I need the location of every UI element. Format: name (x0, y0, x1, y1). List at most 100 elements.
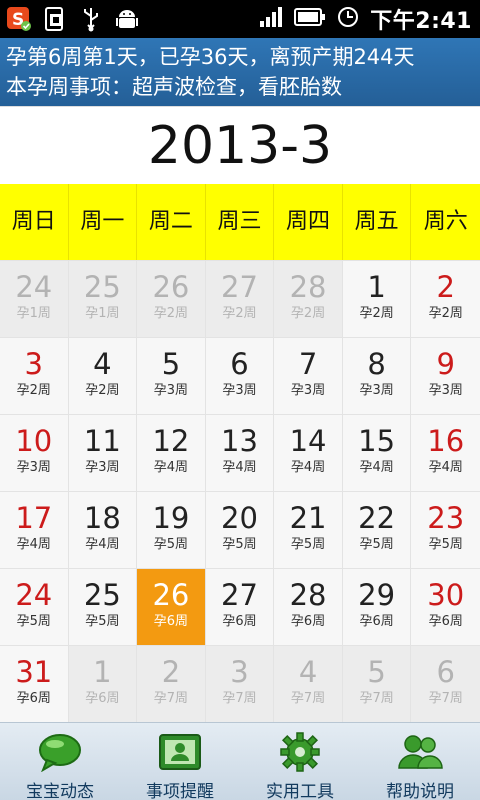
day-number: 4 (93, 347, 112, 381)
calendar-day[interactable]: 4 孕7周 (274, 646, 343, 723)
pregnancy-week-label: 孕6周 (153, 614, 189, 629)
calendar-day[interactable]: 3 孕7周 (205, 646, 275, 723)
pregnancy-week-label: 孕4周 (222, 460, 257, 475)
calendar-day[interactable]: 23 孕5周 (411, 492, 480, 569)
day-number: 10 (15, 424, 53, 458)
calendar-day[interactable]: 28 孕2周 (274, 261, 343, 338)
pregnancy-week-label: 孕3周 (290, 383, 326, 398)
screenshot-icon (42, 5, 68, 33)
day-number: 18 (83, 501, 121, 535)
nav-help[interactable]: 帮助说明 (360, 723, 480, 800)
calendar-day[interactable]: 2 孕2周 (411, 261, 480, 338)
calendar-day[interactable]: 25 孕1周 (68, 261, 138, 338)
weekday-wed: 周三 (206, 184, 275, 260)
alarm-icon (336, 5, 360, 33)
nav-tools[interactable]: 实用工具 (240, 723, 360, 800)
calendar-day[interactable]: 10 孕3周 (0, 415, 69, 492)
pregnancy-week-label: 孕5周 (222, 537, 257, 552)
pregnancy-week-label: 孕2周 (153, 306, 189, 321)
calendar-day[interactable]: 15 孕4周 (342, 415, 412, 492)
calendar-day[interactable]: 6 孕3周 (205, 338, 275, 415)
calendar-day[interactable]: 24 孕5周 (0, 569, 69, 646)
gear-icon (279, 731, 321, 773)
day-number: 14 (289, 424, 327, 458)
calendar-day[interactable]: 1 孕6周 (68, 646, 138, 723)
pregnancy-week-label: 孕6周 (359, 614, 394, 629)
nav-baby-updates[interactable]: 宝宝动态 (0, 723, 120, 800)
calendar-day[interactable]: 11 孕3周 (68, 415, 138, 492)
calendar-day[interactable]: 22 孕5周 (342, 492, 412, 569)
calendar-day[interactable]: 21 孕5周 (274, 492, 343, 569)
month-title[interactable]: 2013-3 (0, 106, 480, 184)
pregnancy-week-label: 孕6周 (222, 614, 257, 629)
signal-icon (258, 5, 284, 33)
app-badge-icon: S (6, 5, 32, 33)
pregnancy-week-label: 孕6周 (290, 614, 326, 629)
pregnancy-progress-text: 孕第6周第1天，已孕36天，离预产期244天 (6, 45, 415, 69)
calendar-day[interactable]: 28 孕6周 (274, 569, 343, 646)
calendar-day[interactable]: 13 孕4周 (205, 415, 275, 492)
calendar-day[interactable]: 31 孕6周 (0, 646, 69, 723)
calendar-day[interactable]: 12 孕4周 (137, 415, 206, 492)
usb-icon (78, 5, 104, 33)
calendar-day[interactable]: 16 孕4周 (411, 415, 480, 492)
calendar-day[interactable]: 18 孕4周 (68, 492, 138, 569)
weekday-thu: 周四 (274, 184, 343, 260)
calendar-day[interactable]: 19 孕5周 (137, 492, 206, 569)
pregnancy-week-label: 孕7周 (290, 691, 326, 706)
calendar-day[interactable]: 24 孕1周 (0, 261, 69, 338)
calendar-day[interactable]: 29 孕6周 (342, 569, 412, 646)
calendar-day[interactable]: 30 孕6周 (411, 569, 480, 646)
day-number: 6 (436, 655, 455, 689)
pregnancy-week-label: 孕2周 (222, 306, 257, 321)
pregnancy-week-label: 孕5周 (428, 537, 463, 552)
calendar-day[interactable]: 1 孕2周 (342, 261, 412, 338)
day-number: 23 (427, 501, 465, 535)
pregnancy-week-label: 孕7周 (222, 691, 257, 706)
pregnancy-info-banner: 孕第6周第1天，已孕36天，离预产期244天 本孕周事项：超声波检查，看胚胎数 (0, 38, 480, 106)
notification-icons: S (6, 5, 140, 33)
calendar-day[interactable]: 27 孕2周 (205, 261, 275, 338)
calendar-day[interactable]: 4 孕2周 (68, 338, 138, 415)
day-number: 25 (83, 578, 121, 612)
calendar-day[interactable]: 5 孕3周 (137, 338, 206, 415)
pregnancy-week-label: 孕5周 (359, 537, 394, 552)
day-number: 21 (289, 501, 327, 535)
calendar-day[interactable]: 26 孕2周 (137, 261, 206, 338)
pregnancy-week-label: 孕3周 (428, 383, 463, 398)
calendar-grid: 24 孕1周 25 孕1周 26 孕2周 27 孕2周 28 孕2周 1 孕2周 2 孕2周 3 孕2周 4 孕2… (0, 260, 480, 723)
pregnancy-week-label: 孕3周 (359, 383, 394, 398)
calendar-day[interactable]: 5 孕7周 (342, 646, 412, 723)
calendar-day[interactable]: 17 孕4周 (0, 492, 69, 569)
pregnancy-week-label: 孕6周 (16, 691, 51, 706)
day-number: 20 (221, 501, 258, 535)
calendar-day[interactable]: 2 孕7周 (137, 646, 206, 723)
day-number: 2 (161, 655, 181, 689)
day-number: 5 (367, 655, 386, 689)
calendar-day[interactable]: 14 孕4周 (274, 415, 343, 492)
pregnancy-week-label: 孕2周 (428, 306, 463, 321)
system-icons: 下午2:41 (258, 4, 472, 34)
calendar-day-today[interactable]: 26 孕6周 (137, 569, 206, 646)
contact-card-icon (157, 731, 203, 773)
speech-bubble-icon (37, 731, 83, 773)
pregnancy-week-label: 孕7周 (359, 691, 394, 706)
calendar-day[interactable]: 20 孕5周 (205, 492, 275, 569)
calendar-day[interactable]: 7 孕3周 (274, 338, 343, 415)
calendar-day[interactable]: 27 孕6周 (205, 569, 275, 646)
weekday-sat: 周六 (423, 209, 468, 234)
weekday-header: 周日 周一 周二 周三 周四 周五 周六 (0, 184, 480, 260)
calendar-day[interactable]: 3 孕2周 (0, 338, 69, 415)
clock-time: 下午2:41 (370, 9, 472, 34)
day-number: 9 (436, 347, 455, 381)
pregnancy-week-label: 孕4周 (290, 460, 326, 475)
calendar-day[interactable]: 25 孕5周 (68, 569, 138, 646)
day-number: 5 (161, 347, 181, 381)
calendar-day[interactable]: 8 孕3周 (342, 338, 412, 415)
nav-reminders[interactable]: 事项提醒 (120, 723, 240, 800)
calendar-day[interactable]: 6 孕7周 (411, 646, 480, 723)
day-number: 28 (289, 270, 327, 304)
calendar-day[interactable]: 9 孕3周 (411, 338, 480, 415)
pregnancy-week-label: 孕2周 (16, 383, 51, 398)
nav-label: 帮助说明 (386, 782, 454, 800)
